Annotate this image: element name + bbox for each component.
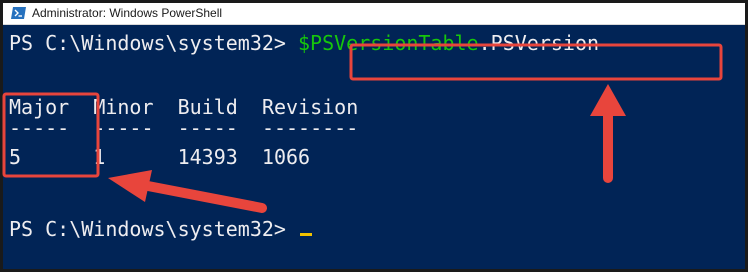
separator-build: ----- <box>177 116 238 140</box>
powershell-window: Administrator: Windows PowerShell PS C:\… <box>0 0 748 272</box>
console-area[interactable]: PS C:\Windows\system32> $PSVersionTable.… <box>3 25 745 269</box>
value-minor: 1 <box>93 145 106 169</box>
prompt: PS C:\Windows\system32> <box>9 31 298 55</box>
separator-row: ----- ----- ----- -------- <box>9 116 358 140</box>
powershell-icon <box>11 7 26 19</box>
separator-revision: -------- <box>261 116 359 140</box>
prompt-2: PS C:\Windows\system32> <box>9 217 298 241</box>
title-bar[interactable]: Administrator: Windows PowerShell <box>3 3 745 25</box>
separator-major: ----- <box>9 116 70 140</box>
command-variable: $PSVersionTable <box>297 31 479 55</box>
value-build: 14393 <box>177 145 238 169</box>
prompt-line: PS C:\Windows\system32> <box>9 217 312 241</box>
command-line: PS C:\Windows\system32> $PSVersionTable.… <box>9 31 599 55</box>
value-revision: 1066 <box>261 145 311 169</box>
text-cursor <box>299 233 312 236</box>
value-major: 5 <box>9 145 22 169</box>
value-row: 5 1 14393 1066 <box>9 145 310 169</box>
window-title: Administrator: Windows PowerShell <box>32 6 223 20</box>
command-property: .PSVersion <box>478 31 600 55</box>
separator-minor: ----- <box>93 116 154 140</box>
